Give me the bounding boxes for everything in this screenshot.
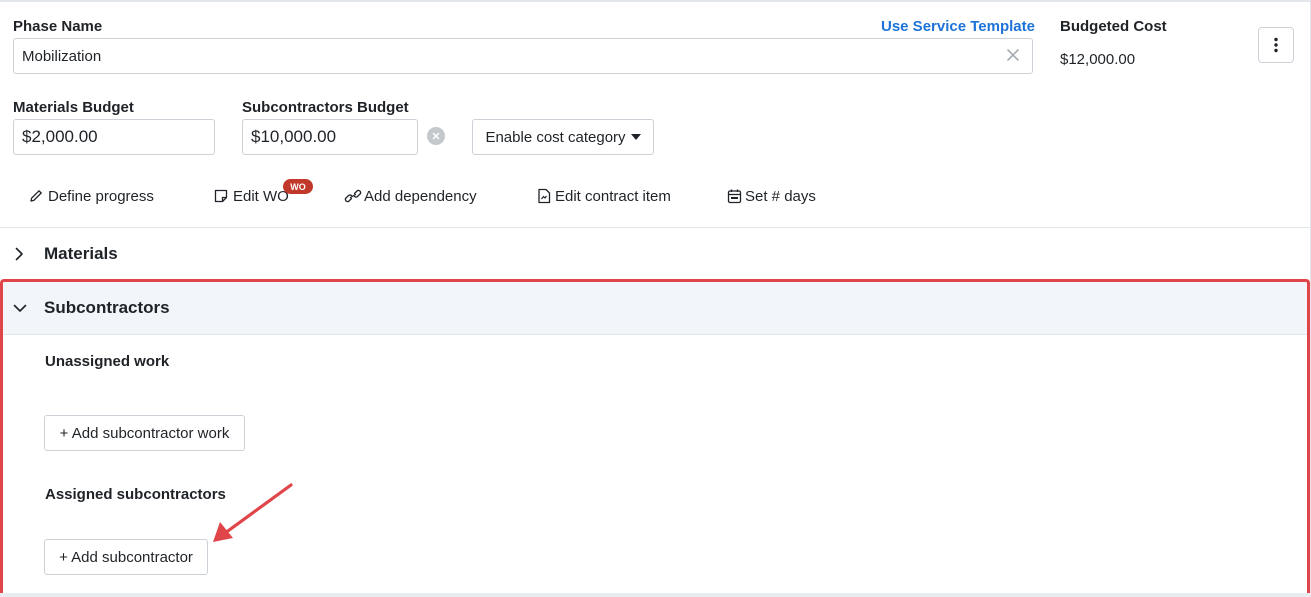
chevron-down-icon — [13, 304, 27, 312]
define-progress-label: Define progress — [48, 187, 154, 205]
use-service-template-link[interactable]: Use Service Template — [881, 18, 1035, 35]
materials-section-header[interactable]: Materials — [0, 240, 1311, 268]
set-days-label: Set # days — [745, 187, 816, 205]
materials-budget-value: $2,000.00 — [22, 127, 98, 146]
subcontractors-budget-input[interactable]: $10,000.00 — [242, 119, 418, 155]
edit-wo-label: Edit WO — [233, 187, 289, 205]
clear-icon[interactable] — [1005, 47, 1021, 63]
top-rule — [0, 0, 1311, 2]
add-dependency-label: Add dependency — [364, 187, 477, 205]
calendar-icon — [727, 189, 742, 204]
budgeted-cost-label: Budgeted Cost — [1060, 18, 1167, 35]
edit-contract-item-label: Edit contract item — [555, 187, 671, 205]
subcontractors-section-header[interactable]: Subcontractors — [0, 294, 1311, 322]
add-subcontractor-work-button[interactable]: + Add subcontractor work — [44, 415, 245, 451]
budgeted-cost-value: $12,000.00 — [1060, 51, 1136, 68]
enable-cost-category-label: Enable cost category — [485, 128, 626, 146]
kebab-icon — [1274, 37, 1278, 53]
wo-badge: WO — [283, 179, 313, 194]
add-dependency-action[interactable]: Add dependency — [344, 184, 477, 208]
caret-down-icon — [630, 134, 641, 140]
phase-name-input[interactable]: Mobilization — [13, 38, 1033, 74]
subcontractors-budget-value: $10,000.00 — [251, 127, 337, 146]
more-options-button[interactable] — [1258, 27, 1294, 63]
link-icon — [344, 189, 362, 203]
phase-name-value: Mobilization — [22, 47, 102, 65]
clear-budget-icon[interactable] — [427, 127, 445, 145]
pencil-icon — [30, 190, 42, 202]
unassigned-work-heading: Unassigned work — [45, 353, 170, 370]
materials-budget-label: Materials Budget — [13, 99, 134, 116]
document-icon — [538, 188, 551, 204]
phase-name-label: Phase Name — [13, 18, 103, 35]
set-days-action[interactable]: Set # days — [727, 184, 816, 208]
define-progress-action[interactable]: Define progress — [28, 184, 154, 208]
subcontractors-section-title: Subcontractors — [44, 298, 170, 317]
edit-contract-item-action[interactable]: Edit contract item — [537, 184, 671, 208]
bottom-rule — [0, 593, 1311, 597]
materials-section-title: Materials — [44, 244, 118, 263]
edit-wo-action[interactable]: Edit WO — [213, 184, 289, 208]
actions-divider — [0, 227, 1311, 228]
enable-cost-category-button[interactable]: Enable cost category — [472, 119, 654, 155]
materials-budget-input[interactable]: $2,000.00 — [13, 119, 215, 155]
add-subcontractor-button[interactable]: + Add subcontractor — [44, 539, 208, 575]
note-icon — [214, 189, 228, 203]
subcontractors-budget-label: Subcontractors Budget — [242, 99, 409, 116]
chevron-right-icon — [15, 247, 23, 261]
assigned-subcontractors-heading: Assigned subcontractors — [45, 486, 226, 503]
